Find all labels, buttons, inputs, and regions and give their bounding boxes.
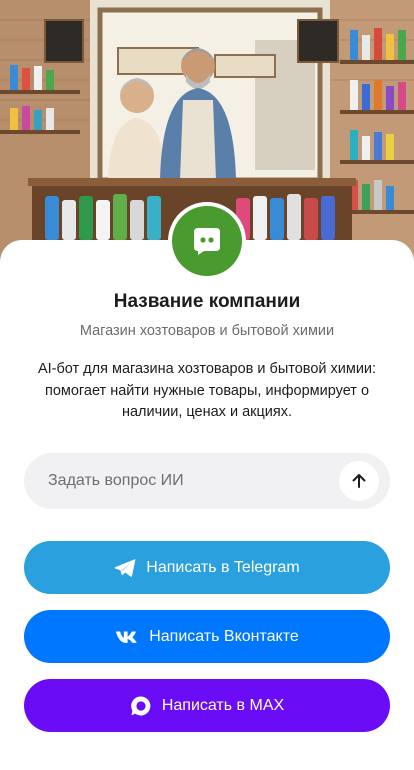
max-button[interactable]: Написать в MAX [24,679,390,732]
vk-button-label: Написать Вконтакте [149,627,299,645]
send-button[interactable] [339,461,379,501]
bot-description: AI-бот для магазина хозтоваров и бытовой… [37,361,377,420]
max-button-label: Написать в MAX [161,696,285,714]
vk-icon [115,630,139,644]
max-icon [130,695,152,717]
chat-bubble-icon [194,228,220,255]
arrow-up-icon [352,474,366,488]
avatar-circle [172,206,242,276]
ask-ai-field [24,453,390,509]
telegram-button-label: Написать в Telegram [146,558,300,576]
telegram-button[interactable]: Написать в Telegram [24,541,390,594]
company-name: Название компании [113,291,301,312]
vk-button[interactable]: Написать Вконтакте [24,610,390,663]
bot-avatar [168,202,246,280]
ask-ai-input[interactable] [48,453,338,509]
company-subtitle: Магазин хозтоваров и бытовой химии [79,323,335,339]
telegram-icon [114,558,136,578]
